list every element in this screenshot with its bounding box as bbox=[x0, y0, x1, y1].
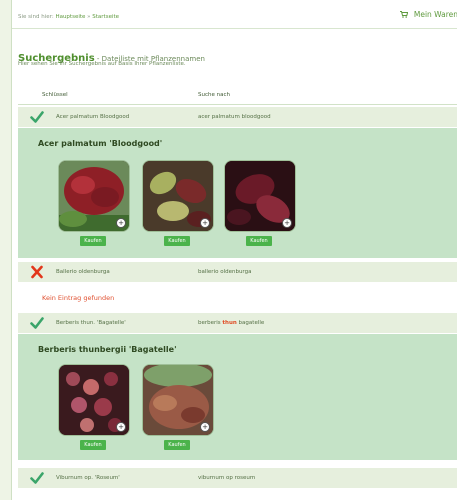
intro-text: Hier sehen Sie Ihr Suchergebnis auf Basi… bbox=[18, 61, 186, 67]
breadcrumb-current-link[interactable]: Startseite bbox=[92, 14, 119, 20]
breadcrumb-prefix: Sie sind hier: bbox=[18, 14, 54, 20]
zoom-icon[interactable]: + bbox=[282, 218, 292, 228]
breadcrumb-home-link[interactable]: Hauptseite bbox=[55, 14, 85, 20]
query-part: berberis bbox=[198, 320, 223, 326]
checkmark-icon bbox=[30, 472, 44, 484]
plant-title: Acer palmatum 'Bloodgood' bbox=[38, 139, 163, 148]
result-key: Ballerio oldenburga bbox=[56, 269, 110, 275]
zoom-icon[interactable]: + bbox=[116, 422, 126, 432]
breadcrumb-separator: » bbox=[87, 14, 91, 20]
cart-label: Mein Waren bbox=[413, 10, 457, 19]
column-header-query: Suche nach bbox=[198, 92, 230, 98]
zoom-icon[interactable]: + bbox=[200, 422, 210, 432]
breadcrumb: Sie sind hier: Hauptseite » Startseite bbox=[18, 14, 119, 20]
plant-title: Berberis thunbergii 'Bagatelle' bbox=[38, 345, 177, 354]
top-bar: Sie sind hier: Hauptseite » Startseite M… bbox=[12, 6, 457, 29]
column-header-key: Schlüssel bbox=[42, 92, 68, 98]
zoom-icon[interactable]: + bbox=[200, 218, 210, 228]
result-row-viburnum: Viburnum op. 'Roseum' viburnum op roseum bbox=[18, 468, 457, 488]
zoom-icon[interactable]: + bbox=[116, 218, 126, 228]
buy-button[interactable]: Kaufen bbox=[164, 440, 190, 450]
cross-icon bbox=[31, 265, 43, 279]
buy-button[interactable]: Kaufen bbox=[80, 440, 106, 450]
plant-panel-berberis: Berberis thunbergii 'Bagatelle' + + Kauf… bbox=[18, 334, 457, 460]
buy-button[interactable]: Kaufen bbox=[80, 236, 106, 246]
result-query: acer palmatum bloodgood bbox=[198, 114, 271, 120]
result-query: berberis thun bagatelle bbox=[198, 320, 264, 326]
cart-link[interactable]: Mein Waren bbox=[399, 10, 457, 19]
not-found-message: Kein Eintrag gefunden bbox=[42, 294, 115, 302]
table-header: Schlüssel Suche nach bbox=[18, 86, 457, 105]
checkmark-icon bbox=[30, 111, 44, 123]
plant-thumbnail[interactable]: + bbox=[142, 364, 214, 436]
buy-button[interactable]: Kaufen bbox=[164, 236, 190, 246]
result-key: Berberis thun. 'Bagatelle' bbox=[56, 320, 126, 326]
result-key: Acer palmatum Bloodgood bbox=[56, 114, 130, 120]
query-part: bagatelle bbox=[236, 320, 265, 326]
plant-thumbnail[interactable]: + bbox=[224, 160, 296, 232]
shopping-cart-icon bbox=[399, 11, 408, 18]
result-query: viburnum op roseum bbox=[198, 475, 256, 481]
plant-thumbnail[interactable]: + bbox=[58, 160, 130, 232]
page: Sie sind hier: Hauptseite » Startseite M… bbox=[11, 0, 457, 500]
query-highlight: thun bbox=[222, 320, 237, 326]
plant-panel-acer: Acer palmatum 'Bloodgood' + + + Kaufen K… bbox=[18, 128, 457, 258]
result-row-acer: Acer palmatum Bloodgood acer palmatum bl… bbox=[18, 107, 457, 127]
plant-thumbnail[interactable]: + bbox=[142, 160, 214, 232]
result-key: Viburnum op. 'Roseum' bbox=[56, 475, 120, 481]
result-query: ballerio oldenburga bbox=[198, 269, 252, 275]
checkmark-icon bbox=[30, 317, 44, 329]
plant-thumbnail[interactable]: + bbox=[58, 364, 130, 436]
result-row-berberis: Berberis thun. 'Bagatelle' berberis thun… bbox=[18, 313, 457, 333]
buy-button[interactable]: Kaufen bbox=[246, 236, 272, 246]
result-row-ballerio: Ballerio oldenburga ballerio oldenburga bbox=[18, 262, 457, 282]
